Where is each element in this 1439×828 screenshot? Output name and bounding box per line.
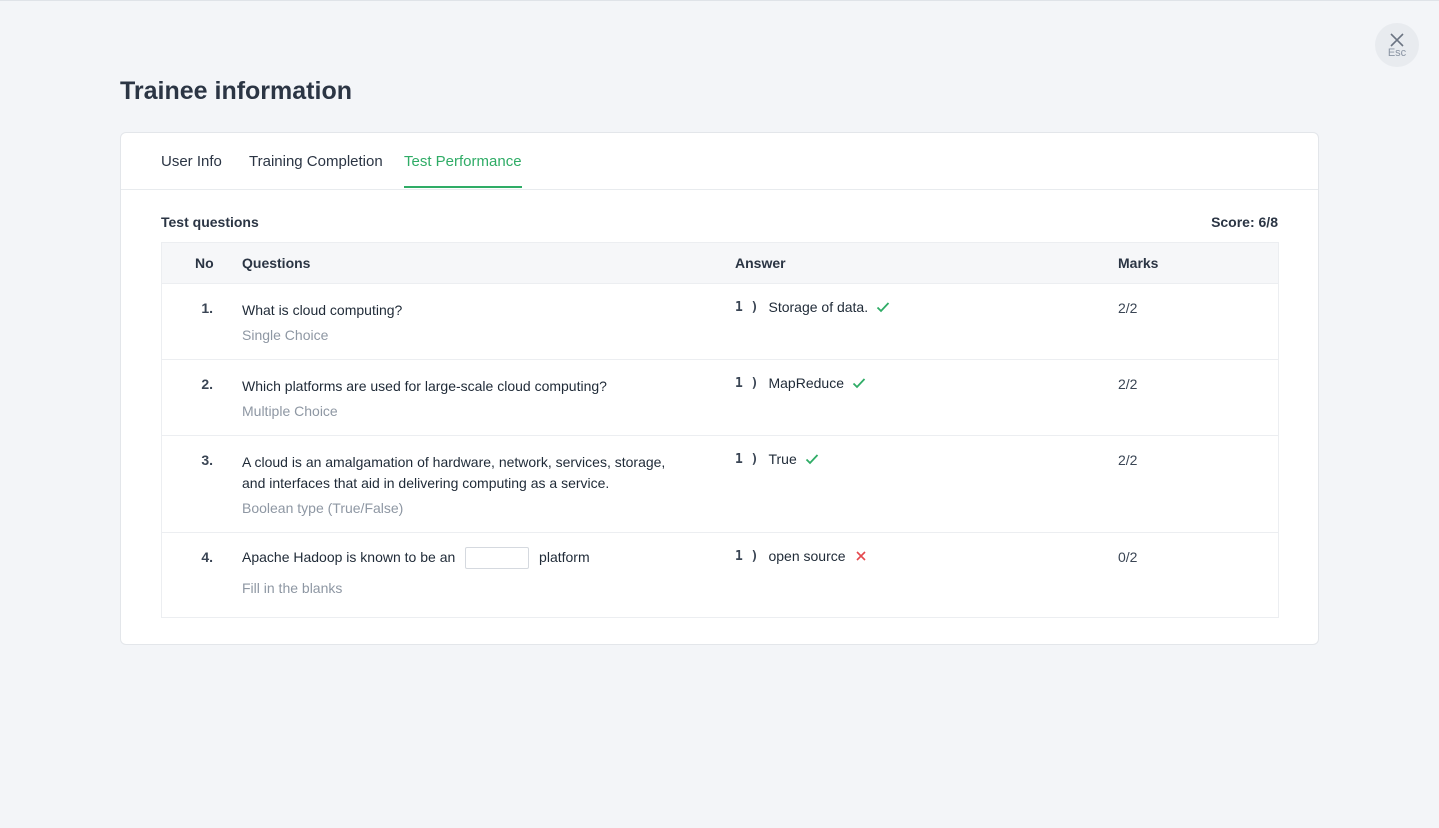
col-no: No [195,255,214,271]
answer-cell: 1 ) open source [735,548,868,564]
table-header: No Questions Answer Marks [162,243,1278,284]
question-cell: Which platforms are used for large-scale… [242,376,672,422]
row-number: 1. [201,300,213,316]
row-number: 4. [201,549,213,565]
question-cell: Apache Hadoop is known to be an platform… [242,547,672,599]
answer-text: open source [768,548,846,564]
table-row: 3. A cloud is an amalgamation of hardwar… [162,436,1278,533]
answer-cell: 1 ) MapReduce [735,375,866,391]
questions-table: No Questions Answer Marks 1. What is clo… [161,242,1279,618]
section-title: Test questions [161,214,259,230]
fill-blank-box [465,547,530,570]
answer-cell: 1 ) Storage of data. [735,299,890,315]
close-icon [1390,33,1404,47]
col-marks: Marks [1118,255,1159,271]
close-button[interactable]: Esc [1375,23,1419,67]
question-text: A cloud is an amalgamation of hardware, … [242,454,666,491]
answer-index: 1 ) [735,451,759,467]
answer-cell: 1 ) True [735,451,819,467]
check-icon [852,378,866,389]
answer-text: Storage of data. [768,299,869,315]
tab-bar: User Info Training Completion Test Perfo… [121,133,1318,190]
trainee-card: User Info Training Completion Test Perfo… [120,132,1319,645]
col-answer: Answer [735,255,786,271]
question-text-before: Apache Hadoop is known to be an [242,549,456,565]
col-questions: Questions [242,255,311,271]
question-type: Single Choice [242,327,329,343]
tab-user-info[interactable]: User Info [161,153,222,186]
question-cell: What is cloud computing? Single Choice [242,300,672,346]
esc-label: Esc [1387,47,1407,59]
question-type: Multiple Choice [242,403,338,419]
page-title: Trainee information [120,77,352,105]
marks-cell: 2/2 [1118,376,1138,392]
answer-index: 1 ) [735,375,759,391]
answer-text: MapReduce [768,375,844,391]
tab-test-performance[interactable]: Test Performance [404,153,522,188]
question-text: Which platforms are used for large-scale… [242,378,607,394]
question-text: Apache Hadoop is known to be an platform [242,547,672,570]
tab-training-completion[interactable]: Training Completion [249,153,383,186]
answer-index: 1 ) [735,548,759,564]
answer-index: 1 ) [735,299,759,315]
question-cell: A cloud is an amalgamation of hardware, … [242,452,672,519]
question-type: Fill in the blanks [242,580,343,597]
table-row: 4. Apache Hadoop is known to be an platf… [162,533,1278,617]
score-label: Score: 6/8 [1211,214,1278,230]
marks-cell: 2/2 [1118,300,1138,316]
check-icon [876,302,890,313]
answer-text: True [768,451,797,467]
question-type: Boolean type (True/False) [242,500,404,516]
question-text: What is cloud computing? [242,302,403,318]
marks-cell: 2/2 [1118,452,1138,468]
row-number: 3. [201,452,213,468]
table-row: 2. Which platforms are used for large-sc… [162,360,1278,436]
row-number: 2. [201,376,213,392]
question-text-after: platform [539,549,590,565]
check-icon [805,454,818,465]
cross-icon [855,551,866,561]
marks-cell: 0/2 [1118,549,1138,565]
table-row: 1. What is cloud computing? Single Choic… [162,284,1278,360]
